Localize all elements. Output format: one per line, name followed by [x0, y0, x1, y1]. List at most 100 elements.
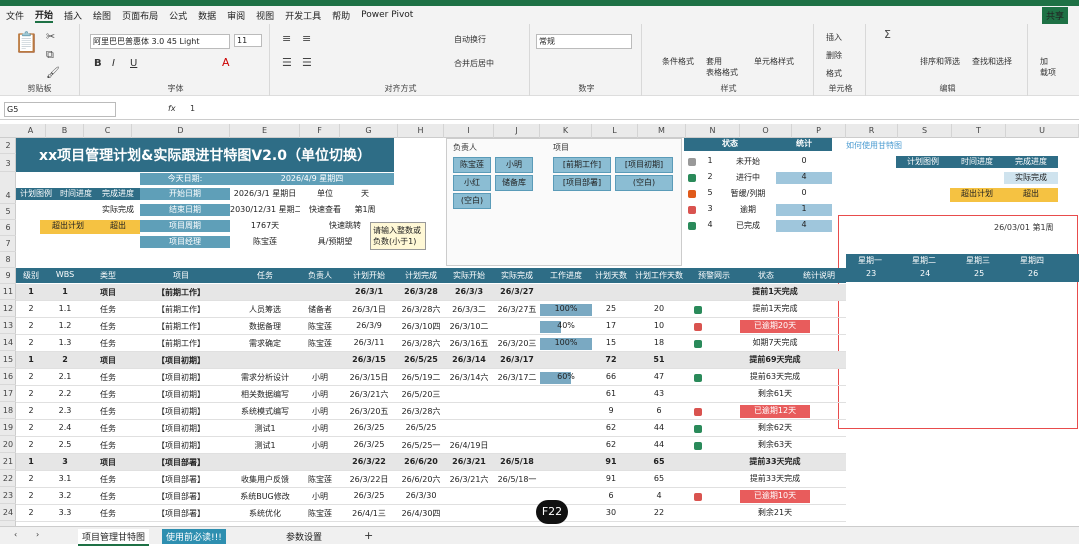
unit-value[interactable]: 天: [345, 188, 385, 200]
row-header[interactable]: 18: [0, 403, 16, 419]
menu-item[interactable]: 公式: [169, 9, 187, 22]
share-button[interactable]: 共享: [1041, 7, 1068, 24]
table-row[interactable]: 2 1.3 任务 【前期工作】 需求确定 陈宝莲 26/3/11 26/3/28六 26/3/1…: [16, 335, 846, 352]
menu-item[interactable]: 审阅: [227, 9, 245, 22]
row-header[interactable]: 20: [0, 437, 16, 453]
row-header[interactable]: 5: [0, 204, 16, 220]
wrap-text-button[interactable]: 自动换行: [454, 34, 486, 45]
column-header[interactable]: T: [952, 124, 1006, 138]
column-header[interactable]: C: [84, 124, 132, 138]
row-header[interactable]: 15: [0, 352, 16, 368]
table-row[interactable]: 2 2.5 任务 【项目初期】 测试1 小明 26/3/25 26/5/25一 26/4/19日…: [16, 437, 846, 454]
menu-item[interactable]: 插入: [64, 9, 82, 22]
row-header[interactable]: 7: [0, 236, 16, 252]
formula-input[interactable]: 1: [190, 104, 195, 113]
owner-slicer-item[interactable]: (空白): [453, 193, 491, 209]
table-row[interactable]: 2 1.2 任务 【前期工作】 数据备理 陈宝莲 26/3/9 26/3/10四 26/3/10…: [16, 318, 846, 335]
cell-style-button[interactable]: 单元格样式: [754, 56, 794, 67]
table-row[interactable]: 1 2 项目 【项目初期】 26/3/15 26/5/25 26/3/14 26/3/17 72…: [16, 352, 846, 369]
column-header[interactable]: I: [444, 124, 494, 138]
align-left-icon[interactable]: ☰: [282, 56, 292, 69]
row-header[interactable]: 12: [0, 301, 16, 317]
project-slicer-item[interactable]: (空白): [615, 175, 673, 191]
table-row[interactable]: 2 1.1 任务 【前期工作】 人员筹选 储备者 26/3/1日 26/3/28六 26/3/3…: [16, 301, 846, 318]
row-header[interactable]: 9: [0, 268, 16, 284]
sheet-tab[interactable]: 使用前必读!!!: [162, 529, 226, 544]
row-header[interactable]: 3: [0, 156, 16, 172]
bold-button[interactable]: B: [94, 58, 102, 69]
font-name-select[interactable]: 阿里巴巴普惠体 3.0 45 Light: [90, 34, 230, 49]
menu-item[interactable]: 帮助: [332, 9, 350, 22]
howto-link[interactable]: 如何使用甘特图: [846, 140, 902, 151]
row-header[interactable]: 6: [0, 220, 16, 236]
project-slicer-item[interactable]: [项目部署]: [553, 175, 611, 191]
column-header[interactable]: N: [686, 124, 740, 138]
font-color-icon[interactable]: A: [222, 56, 230, 69]
delete-cells-button[interactable]: 删除: [826, 50, 842, 61]
column-header[interactable]: F: [300, 124, 340, 138]
add-sheet-icon[interactable]: +: [364, 529, 373, 542]
sort-filter-button[interactable]: 排序和筛选: [920, 56, 960, 67]
table-row[interactable]: 2 2.4 任务 【项目初期】 测试1 小明 26/3/25 26/5/25 62 44 剩余62天: [16, 420, 846, 437]
row-header[interactable]: 16: [0, 369, 16, 385]
column-header[interactable]: G: [340, 124, 398, 138]
table-format-button[interactable]: 套用 表格格式: [706, 56, 738, 78]
column-header[interactable]: K: [540, 124, 592, 138]
column-header[interactable]: B: [46, 124, 84, 138]
menu-item[interactable]: 文件: [6, 9, 24, 22]
number-format-select[interactable]: 常规: [536, 34, 632, 49]
menu-item[interactable]: 视图: [256, 9, 274, 22]
menu-item[interactable]: Power Pivot: [361, 10, 413, 20]
next-sheet-icon[interactable]: ›: [36, 530, 39, 539]
project-slicer-item[interactable]: [前期工作]: [553, 157, 611, 173]
menu-item[interactable]: 开始: [35, 8, 54, 23]
owner-slicer-item[interactable]: 小红: [453, 175, 491, 191]
row-header[interactable]: 2: [0, 138, 16, 154]
column-header[interactable]: J: [494, 124, 540, 138]
merge-center-button[interactable]: 合并后居中: [454, 58, 494, 69]
menu-item[interactable]: 绘图: [93, 9, 111, 22]
row-header[interactable]: 14: [0, 335, 16, 351]
manager-value[interactable]: 陈宝莲: [230, 236, 300, 248]
row-header[interactable]: 19: [0, 420, 16, 436]
table-row[interactable]: 2 2.2 任务 【项目初期】 相关数据编写 小明 26/3/21六 26/5/20三 61 43…: [16, 386, 846, 403]
column-header[interactable]: R: [846, 124, 898, 138]
menu-item[interactable]: 开发工具: [285, 9, 321, 22]
underline-button[interactable]: U: [130, 58, 137, 69]
column-header[interactable]: D: [132, 124, 230, 138]
font-size-select[interactable]: 11: [234, 34, 262, 47]
start-value[interactable]: 2026/3/1 星期日: [230, 188, 300, 200]
name-box[interactable]: G5: [4, 102, 116, 117]
conditional-format-button[interactable]: 条件格式: [662, 56, 694, 67]
row-header[interactable]: 17: [0, 386, 16, 402]
row-header[interactable]: 4: [0, 188, 16, 204]
cut-icon[interactable]: ✂: [46, 30, 55, 43]
column-header[interactable]: E: [230, 124, 300, 138]
align-middle-icon[interactable]: ≡: [302, 32, 311, 45]
align-center-icon[interactable]: ☰: [302, 56, 312, 69]
prev-sheet-icon[interactable]: ‹: [14, 530, 17, 539]
row-header[interactable]: 23: [0, 488, 16, 504]
project-slicer-item[interactable]: [项目初期]: [615, 157, 673, 173]
column-header[interactable]: H: [398, 124, 444, 138]
column-header[interactable]: L: [592, 124, 638, 138]
row-header[interactable]: 8: [0, 252, 16, 268]
column-header[interactable]: M: [638, 124, 686, 138]
find-select-button[interactable]: 查找和选择: [972, 56, 1012, 67]
column-header[interactable]: P: [792, 124, 846, 138]
row-header[interactable]: 24: [0, 505, 16, 521]
menu-item[interactable]: 数据: [198, 9, 216, 22]
table-row[interactable]: 2 2.1 任务 【项目初期】 需求分析设计 小明 26/3/15日 26/5/19二 26/3…: [16, 369, 846, 386]
table-row[interactable]: 2 3.2 任务 【项目部署】 系统BUG修改 小明 26/3/25 26/3/30 6 4 已逾期…: [16, 488, 846, 505]
table-row[interactable]: 1 1 项目 【前期工作】 26/3/1 26/3/28 26/3/3 26/3/27 提前1天…: [16, 284, 846, 301]
format-cells-button[interactable]: 格式: [826, 68, 842, 79]
table-row[interactable]: 2 3.1 任务 【项目部署】 收集用户反馈 陈宝莲 26/3/22日 26/6/20六 26/…: [16, 471, 846, 488]
align-top-icon[interactable]: ≡: [282, 32, 291, 45]
insert-cells-button[interactable]: 插入: [826, 32, 842, 43]
column-header[interactable]: O: [740, 124, 792, 138]
column-header[interactable]: U: [1006, 124, 1079, 138]
table-row[interactable]: 2 2.3 任务 【项目初期】 系统模式编写 小明 26/3/20五 26/3/28六 9 6 已逾…: [16, 403, 846, 420]
autosum-icon[interactable]: Σ: [884, 28, 891, 41]
row-header[interactable]: 22: [0, 471, 16, 487]
column-header[interactable]: S: [898, 124, 952, 138]
